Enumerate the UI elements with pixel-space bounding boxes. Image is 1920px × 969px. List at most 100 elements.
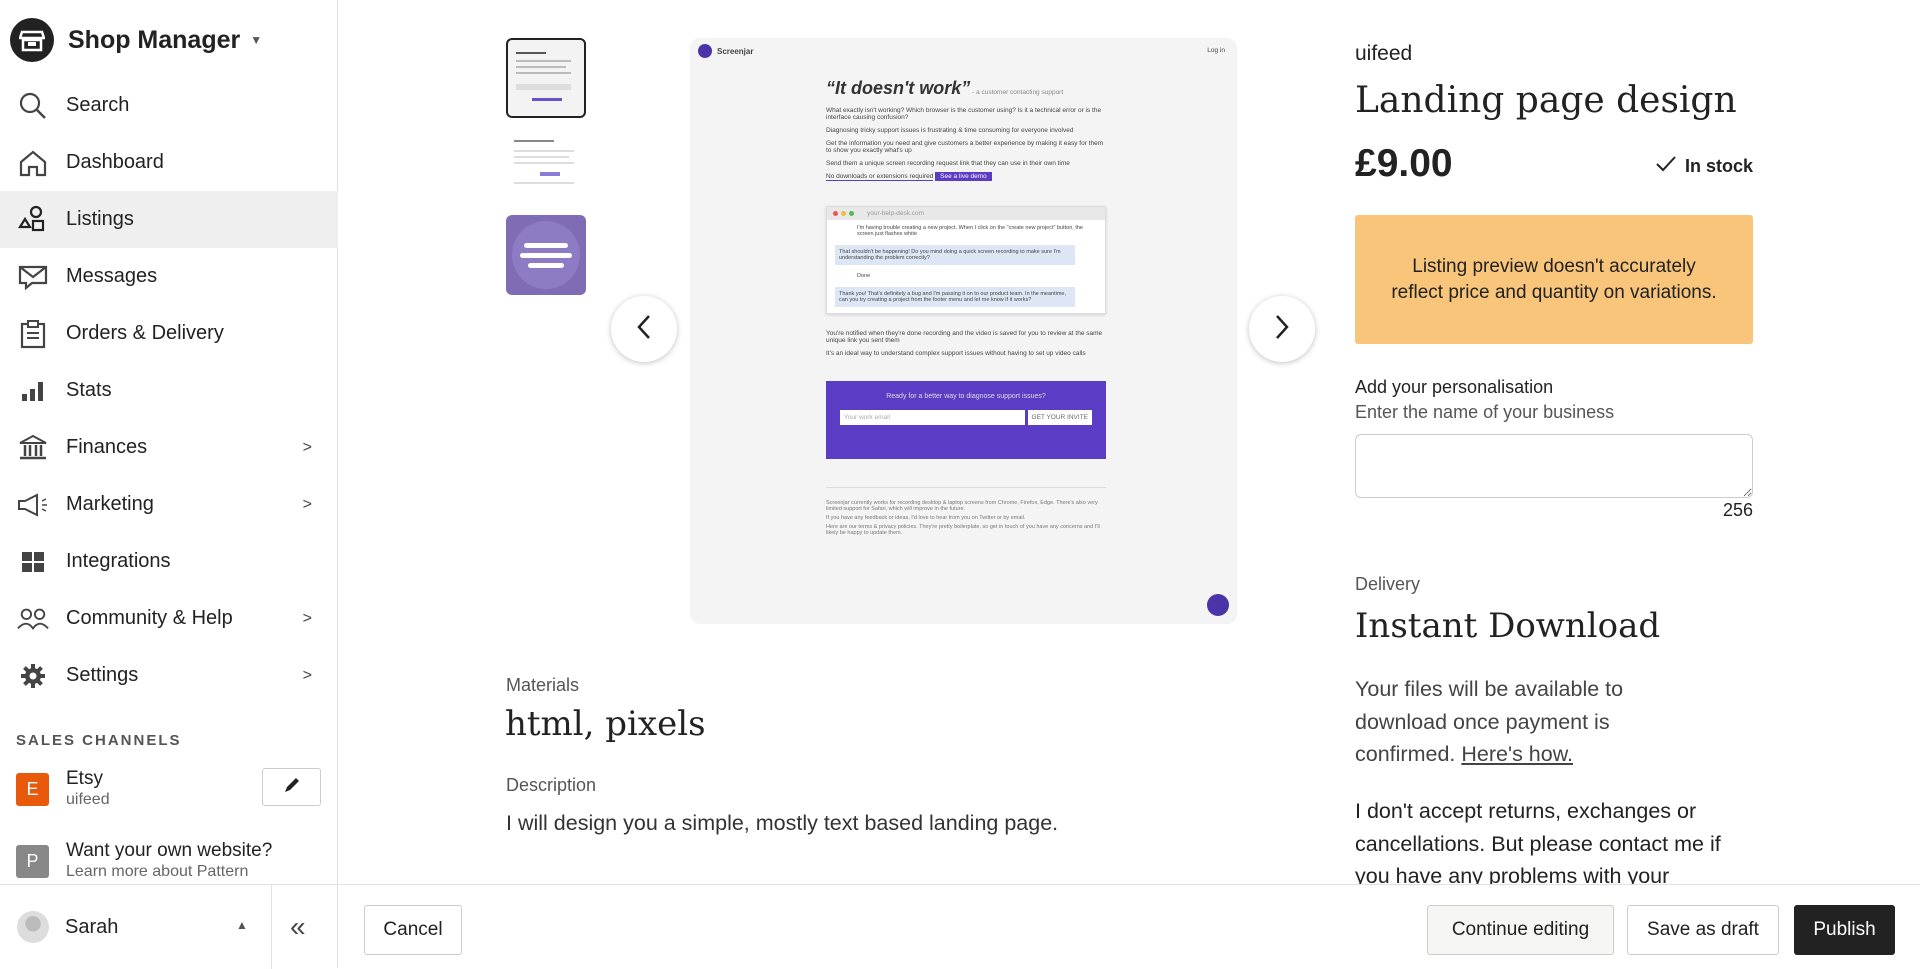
user-name[interactable]: Sarah (65, 916, 118, 939)
sidebar-item-integrations[interactable]: Integrations (0, 533, 338, 590)
chevron-left-icon (634, 313, 654, 346)
preview-paragraph: Diagnosing tricky support issues is frus… (826, 127, 1074, 134)
returns-text: I don't accept returns, exchanges or can… (1355, 799, 1721, 884)
sidebar-item-dashboard[interactable]: Dashboard (0, 134, 338, 191)
sidebar-item-messages[interactable]: Messages (0, 248, 338, 305)
personalisation-hint: Enter the name of your business (1355, 402, 1615, 422)
next-image-button[interactable] (1249, 296, 1315, 362)
envelope-icon (17, 261, 49, 293)
preview-paragraph: Get the information you need and give cu… (826, 140, 1104, 154)
preview-chat-window: your-help-desk.com I'm having trouble cr… (826, 206, 1106, 314)
heres-how-link[interactable]: Here's how. (1461, 742, 1573, 766)
stock-label: In stock (1685, 156, 1754, 176)
preview-attribution: - a customer contacting support (972, 89, 1064, 96)
delivery-label: Delivery (1355, 574, 1421, 594)
grid-icon (17, 546, 49, 578)
chat-bubble-icon (1207, 594, 1229, 616)
listing-title: Landing page design (1355, 80, 1737, 121)
clipboard-icon (17, 318, 49, 350)
bank-icon (17, 432, 49, 464)
sidebar-item-label: Stats (66, 379, 112, 401)
description-label: Description (506, 775, 597, 795)
sidebar-item-marketing[interactable]: Marketing > (0, 476, 338, 533)
sidebar-item-label: Messages (66, 265, 158, 287)
sidebar-item-listings[interactable]: Listings (0, 191, 338, 248)
preview-paragraph: What exactly isn't working? Which browse… (826, 107, 1102, 121)
sales-channels-heading: SALES CHANNELS (16, 732, 182, 749)
sidebar-nav: Search Dashboard Listings Messages Orders & … (0, 77, 338, 704)
sidebar-item-label: Listings (66, 208, 134, 230)
thumbnail-2[interactable] (506, 126, 586, 206)
people-icon (17, 603, 49, 635)
publish-button[interactable]: Publish (1794, 905, 1895, 955)
preview-warning-alert: Listing preview doesn't accurately refle… (1355, 215, 1753, 344)
materials-value: html, pixels (505, 704, 706, 744)
preview-no-downloads: No downloads or extensions required (826, 173, 934, 181)
etsy-badge: E (16, 772, 49, 806)
preview-chat-message: Done (857, 273, 871, 279)
user-bar: Sarah ▲ « (0, 884, 338, 969)
megaphone-icon (17, 489, 49, 521)
char-count: 256 (1722, 500, 1753, 520)
materials-label: Materials (506, 675, 580, 695)
preview-email-input: Your work email (840, 410, 1025, 425)
pencil-icon (283, 776, 301, 799)
sidebar-item-label: Search (66, 94, 130, 116)
chevron-right-icon: > (302, 666, 312, 684)
sidebar-item-settings[interactable]: Settings > (0, 647, 338, 704)
home-icon (17, 147, 49, 179)
preview-login: Log in (1207, 47, 1225, 54)
sidebar-item-label: Community & Help (66, 607, 233, 629)
preview-paragraph: Send them a unique screen recording requ… (826, 160, 1070, 167)
shop-name[interactable]: uifeed (1355, 42, 1753, 66)
chevron-right-icon: > (302, 438, 312, 456)
delivery-text: Your files will be available to download… (1355, 673, 1655, 771)
thumbnail-3[interactable] (506, 215, 586, 295)
preview-cta: Ready for a better way to diagnose suppo… (826, 381, 1106, 459)
chevron-right-icon: > (302, 495, 312, 513)
sidebar-item-finances[interactable]: Finances > (0, 419, 338, 476)
sidebar: Shop Manager ▼ Search Dashboard Listings Me… (0, 0, 338, 969)
personalisation-input[interactable] (1355, 434, 1753, 498)
sidebar-item-stats[interactable]: Stats (0, 362, 338, 419)
chevron-right-icon (1272, 313, 1292, 346)
check-icon (1655, 155, 1677, 178)
preview-paragraph: You're notified when they're done record… (826, 330, 1103, 344)
continue-editing-button[interactable]: Continue editing (1427, 905, 1614, 955)
description-text: I will design you a simple, mostly text … (506, 811, 1059, 835)
caret-down-icon: ▼ (250, 33, 263, 47)
edit-channel-button[interactable] (262, 768, 321, 806)
collapse-sidebar-icon[interactable]: « (290, 911, 306, 943)
shapes-icon (17, 204, 49, 236)
cancel-button[interactable]: Cancel (364, 905, 462, 955)
thumbnail-1[interactable] (506, 38, 586, 118)
sidebar-item-label: Orders & Delivery (66, 322, 224, 344)
gear-icon (17, 660, 49, 692)
sidebar-item-community-help[interactable]: Community & Help > (0, 590, 338, 647)
bar-chart-icon (17, 375, 49, 407)
channel-etsy[interactable]: E Etsy uifeed (16, 768, 110, 810)
action-bar: Cancel Continue editing Save as draft Pu… (339, 884, 1920, 968)
sidebar-item-orders-delivery[interactable]: Orders & Delivery (0, 305, 338, 362)
sidebar-item-label: Finances (66, 436, 148, 458)
avatar[interactable] (17, 911, 49, 943)
sidebar-item-label: Dashboard (66, 151, 164, 173)
sidebar-item-search[interactable]: Search (0, 77, 338, 134)
search-icon (17, 90, 49, 122)
shop-manager-menu[interactable]: Shop Manager ▼ (10, 18, 262, 62)
preview-invite-button: GET YOUR INVITE (1027, 410, 1092, 425)
listing-preview-image: Screenjar Log in “It doesn't work” - a c… (690, 38, 1237, 624)
preview-chat-message: That shouldn't be happening! Do you mind… (835, 245, 1075, 265)
sidebar-item-label: Marketing (66, 493, 154, 515)
preview-footer-text: If you have any feedback or ideas, I'd l… (826, 515, 1026, 521)
preview-brand: Screenjar (717, 46, 754, 56)
app-title: Shop Manager (68, 25, 241, 54)
shop-icon (10, 18, 54, 62)
personalisation-label: Add your personalisation (1355, 377, 1554, 397)
screenjar-logo-icon (698, 44, 712, 58)
channel-pattern[interactable]: P Want your own website? Learn more about… (16, 840, 272, 882)
caret-up-icon[interactable]: ▲ (236, 918, 248, 932)
sidebar-item-label: Integrations (66, 550, 171, 572)
previous-image-button[interactable] (611, 296, 677, 362)
save-draft-button[interactable]: Save as draft (1627, 905, 1779, 955)
